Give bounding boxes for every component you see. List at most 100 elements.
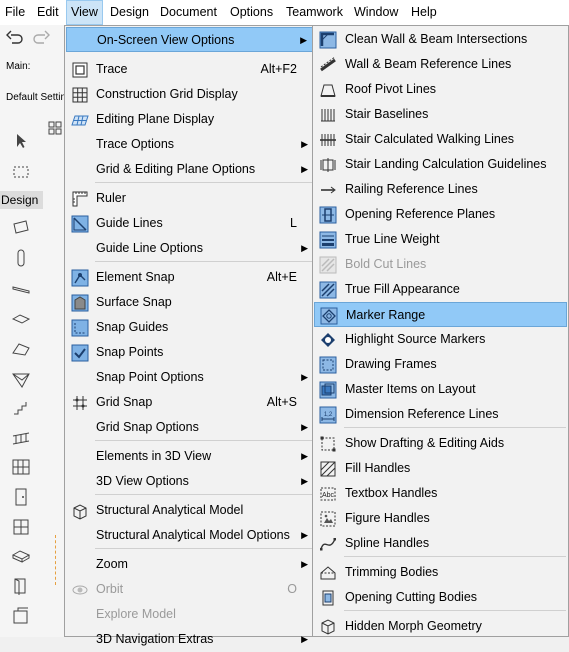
menu-separator — [95, 440, 313, 441]
submenu-item-railing-reference-lines[interactable]: Railing Reference Lines — [314, 177, 567, 202]
menu-item-trace[interactable]: Trace Alt+F2 — [66, 57, 314, 82]
menu-item-guide-line-options[interactable]: Guide Line Options ▶ — [66, 236, 314, 261]
line-weight-icon — [318, 230, 337, 249]
chevron-right-icon: ▶ — [301, 634, 308, 644]
menu-item-element-snap[interactable]: Element Snap Alt+E — [66, 265, 314, 290]
marquee-tool-icon[interactable] — [10, 162, 32, 182]
checkbox-checked-icon — [70, 343, 89, 362]
shell-tool-icon[interactable] — [10, 370, 32, 390]
menu-document[interactable]: Document — [156, 0, 221, 25]
object-tool-icon[interactable] — [10, 546, 32, 566]
redo-icon[interactable] — [30, 28, 52, 48]
menu-item-construction-grid-display[interactable]: Construction Grid Display — [66, 82, 314, 107]
menu-item-surface-snap[interactable]: Surface Snap — [66, 290, 314, 315]
svg-text:Abc: Abc — [321, 492, 334, 499]
fill-handles-icon — [318, 459, 337, 478]
master-items-icon — [318, 380, 337, 399]
ruler-icon — [70, 189, 89, 208]
menu-separator — [95, 261, 313, 262]
menu-item-editing-plane-display[interactable]: Editing Plane Display — [66, 107, 314, 132]
menu-item-guide-lines[interactable]: Guide Lines L — [66, 211, 314, 236]
morph-tool-icon[interactable] — [10, 606, 32, 626]
railing-tool-icon[interactable] — [10, 428, 32, 448]
snap-guides-icon — [70, 318, 89, 337]
submenu-item-hidden-morph-geometry[interactable]: Hidden Morph Geometry — [314, 614, 567, 639]
submenu-item-figure-handles[interactable]: Figure Handles — [314, 506, 567, 531]
view-grid-icon[interactable] — [48, 121, 62, 135]
submenu-item-trimming-bodies[interactable]: Trimming Bodies — [314, 560, 567, 585]
toolbox-panel: Main: Default Settings Design — [0, 25, 65, 637]
submenu-item-marker-range[interactable]: Marker Range — [314, 302, 567, 327]
menu-item-zoom[interactable]: Zoom ▶ — [66, 552, 314, 577]
submenu-item-opening-cutting-bodies[interactable]: Opening Cutting Bodies — [314, 585, 567, 610]
column-tool-icon[interactable] — [10, 248, 32, 268]
window-tool-icon[interactable] — [10, 517, 32, 537]
menu-teamwork[interactable]: Teamwork — [282, 0, 347, 25]
submenu-item-dimension-reference-lines[interactable]: 1,2 Dimension Reference Lines — [314, 402, 567, 427]
marker-range-icon — [319, 306, 338, 325]
menu-item-3d-navigation-extras[interactable]: 3D Navigation Extras ▶ — [66, 627, 314, 652]
submenu-item-stair-baselines[interactable]: Stair Baselines — [314, 102, 567, 127]
menu-item-explore-model[interactable]: Explore Model — [66, 602, 314, 627]
menu-item-structural-analytical-model-options[interactable]: Structural Analytical Model Options ▶ — [66, 523, 314, 548]
submenu-item-spline-handles[interactable]: Spline Handles — [314, 531, 567, 556]
wall-tool-icon[interactable] — [10, 217, 32, 237]
beam-tool-icon[interactable] — [10, 279, 32, 299]
submenu-item-show-drafting-aids[interactable]: Show Drafting & Editing Aids — [314, 431, 567, 456]
roof-tool-icon[interactable] — [10, 339, 32, 359]
menu-item-elements-in-3d-view[interactable]: Elements in 3D View ▶ — [66, 444, 314, 469]
menu-item-on-screen-view-options[interactable]: On-Screen View Options ▶ — [66, 27, 314, 52]
submenu-item-landing-guidelines[interactable]: Stair Landing Calculation Guidelines — [314, 152, 567, 177]
submenu-item-master-items-on-layout[interactable]: Master Items on Layout — [314, 377, 567, 402]
menu-item-structural-analytical-model[interactable]: Structural Analytical Model — [66, 498, 314, 523]
chevron-right-icon: ▶ — [301, 559, 308, 569]
menu-view[interactable]: View — [66, 0, 103, 25]
menu-design[interactable]: Design — [106, 0, 153, 25]
menu-file[interactable]: File — [1, 0, 29, 25]
menu-item-snap-guides[interactable]: Snap Guides — [66, 315, 314, 340]
menu-item-orbit[interactable]: Orbit O — [66, 577, 314, 602]
menu-item-grid-snap-options[interactable]: Grid Snap Options ▶ — [66, 415, 314, 440]
submenu-item-true-line-weight[interactable]: True Line Weight — [314, 227, 567, 252]
clean-intersections-icon — [318, 30, 337, 49]
submenu-item-opening-planes[interactable]: Opening Reference Planes — [314, 202, 567, 227]
submenu-item-roof-pivot-lines[interactable]: Roof Pivot Lines — [314, 77, 567, 102]
menu-item-snap-point-options[interactable]: Snap Point Options ▶ — [66, 365, 314, 390]
submenu-item-clean-intersections[interactable]: Clean Wall & Beam Intersections — [314, 27, 567, 52]
on-screen-view-options-submenu: Clean Wall & Beam Intersections Wall & B… — [312, 25, 569, 637]
submenu-item-true-fill-appearance[interactable]: True Fill Appearance — [314, 277, 567, 302]
menu-item-grid-editing-plane-options[interactable]: Grid & Editing Plane Options ▶ — [66, 157, 314, 182]
arrow-tool-icon[interactable] — [10, 131, 32, 151]
submenu-item-drawing-frames[interactable]: Drawing Frames — [314, 352, 567, 377]
menu-item-trace-options[interactable]: Trace Options ▶ — [66, 132, 314, 157]
undo-icon[interactable] — [4, 28, 26, 48]
zone-tool-icon[interactable] — [10, 576, 32, 596]
slab-tool-icon[interactable] — [10, 309, 32, 329]
menu-options[interactable]: Options — [226, 0, 277, 25]
submenu-item-bold-cut-lines[interactable]: Bold Cut Lines — [314, 252, 567, 277]
submenu-item-fill-handles[interactable]: Fill Handles — [314, 456, 567, 481]
stair-tool-icon[interactable] — [10, 399, 32, 419]
menu-item-ruler[interactable]: Ruler — [66, 186, 314, 211]
svg-text:1,2: 1,2 — [323, 412, 332, 418]
menu-item-snap-points[interactable]: Snap Points — [66, 340, 314, 365]
reference-lines-icon — [318, 55, 337, 74]
curtain-wall-tool-icon[interactable] — [10, 457, 32, 477]
submenu-item-highlight-source-markers[interactable]: Highlight Source Markers — [314, 327, 567, 352]
menu-edit[interactable]: Edit — [33, 0, 63, 25]
submenu-item-walking-lines[interactable]: Stair Calculated Walking Lines — [314, 127, 567, 152]
main-label: Main: — [6, 61, 31, 72]
menu-item-grid-snap[interactable]: Grid Snap Alt+S — [66, 390, 314, 415]
menu-help[interactable]: Help — [407, 0, 441, 25]
design-toolbox-label[interactable]: Design — [0, 191, 43, 209]
chevron-right-icon: ▶ — [301, 530, 308, 540]
default-settings-label[interactable]: Default Settings — [6, 92, 64, 103]
submenu-item-reference-lines[interactable]: Wall & Beam Reference Lines — [314, 52, 567, 77]
menu-separator — [95, 548, 313, 549]
orbit-icon — [70, 580, 89, 599]
menu-window[interactable]: Window — [350, 0, 402, 25]
submenu-item-textbox-handles[interactable]: Abc Textbox Handles — [314, 481, 567, 506]
menu-item-3d-view-options[interactable]: 3D View Options ▶ — [66, 469, 314, 494]
door-tool-icon[interactable] — [10, 487, 32, 507]
chevron-right-icon: ▶ — [301, 451, 308, 461]
